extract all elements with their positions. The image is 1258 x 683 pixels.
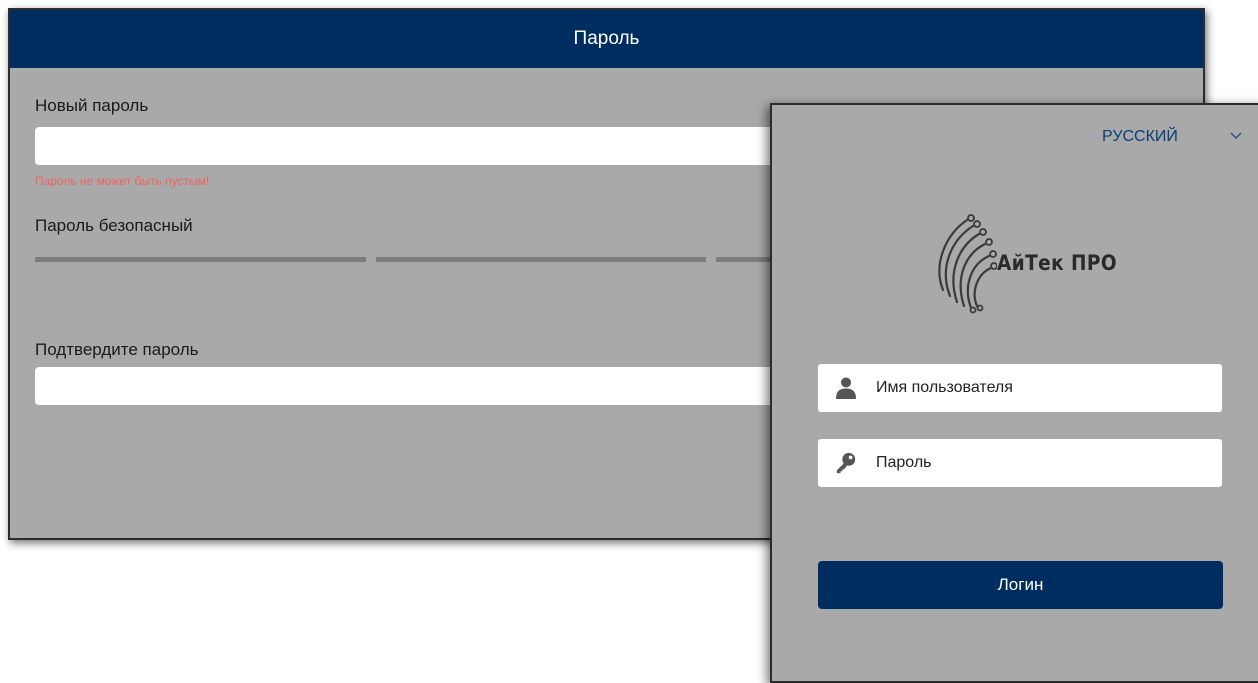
password-error-message: Пароль не может быть пустым! — [35, 174, 210, 188]
user-icon — [836, 377, 856, 399]
password-input[interactable] — [876, 439, 1216, 487]
password-dialog-title: Пароль — [573, 28, 640, 49]
logo-mark-icon — [938, 214, 998, 314]
confirm-password-label: Подтвердите пароль — [35, 340, 199, 359]
language-label: РУССКИЙ — [1102, 128, 1178, 145]
logo-text: АйТек ПРО — [997, 251, 1118, 275]
username-input[interactable] — [876, 364, 1216, 412]
password-dialog-header: Пароль — [10, 10, 1203, 68]
password-strength-bar-1 — [35, 257, 366, 262]
company-logo: АйТек ПРО — [927, 210, 1127, 320]
login-button[interactable]: Логин — [818, 561, 1223, 609]
chevron-down-icon[interactable] — [1228, 129, 1244, 143]
password-strength-label: Пароль безопасный — [35, 216, 193, 235]
new-password-label: Новый пароль — [35, 96, 149, 115]
login-panel: РУССКИЙ АйТек ПРО Имя пользователя Логин — [770, 103, 1258, 683]
language-select[interactable]: РУССКИЙ — [1102, 128, 1178, 146]
password-strength-bar-2 — [376, 257, 706, 262]
key-icon — [836, 452, 856, 474]
password-field[interactable] — [818, 439, 1222, 487]
username-field[interactable] — [818, 364, 1222, 412]
